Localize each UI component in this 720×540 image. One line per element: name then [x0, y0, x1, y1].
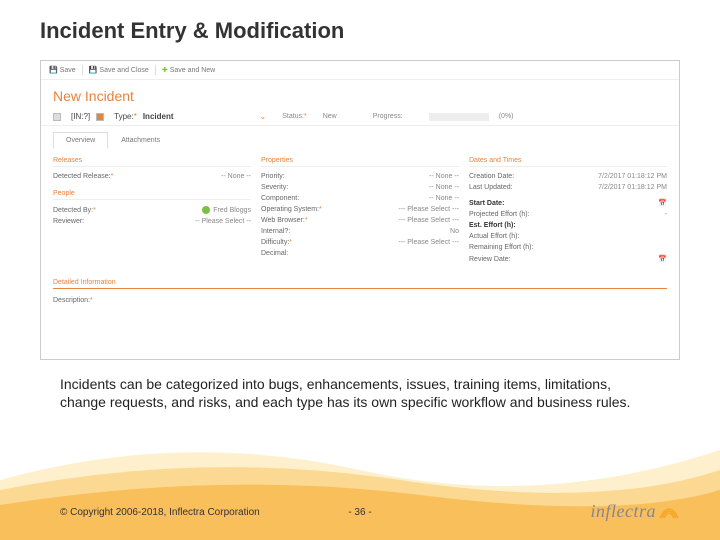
type-value[interactable]: Incident	[143, 112, 174, 121]
toolbar-divider	[82, 65, 83, 75]
os-value[interactable]: --- Please Select ---	[398, 206, 459, 213]
start-date-label: Start Date:	[469, 200, 504, 207]
section-releases: Releases	[53, 157, 251, 167]
decimal-label: Decimal:	[261, 250, 288, 257]
detected-by-value[interactable]: Fred Bloggs	[202, 206, 251, 214]
decorative-wave	[0, 420, 720, 540]
section-dates: Dates and Times	[469, 157, 667, 167]
detected-by-label: Detected By:*	[53, 207, 96, 214]
os-label: Operating System:*	[261, 206, 322, 213]
slide-footer: © Copyright 2006-2018, Inflectra Corpora…	[60, 507, 660, 518]
actual-effort-label: Actual Effort (h):	[469, 233, 519, 240]
progress-bar	[429, 113, 489, 121]
component-label: Component:	[261, 195, 299, 202]
progress-label: Progress:	[373, 113, 403, 120]
tab-attachments[interactable]: Attachments	[108, 132, 173, 149]
status-value: New	[323, 113, 337, 120]
avatar-icon	[202, 206, 210, 214]
incident-type-icon	[53, 113, 61, 121]
proj-effort-label: Projected Effort (h):	[469, 211, 530, 218]
sun-icon	[658, 500, 680, 522]
reviewer-label: Reviewer:	[53, 218, 84, 225]
difficulty-label: Difficulty:*	[261, 239, 292, 246]
severity-label: Severity:	[261, 184, 288, 191]
col-releases: Releases Detected Release:* -- None -- Pe…	[53, 157, 251, 265]
section-people: People	[53, 190, 251, 200]
browser-value[interactable]: --- Please Select ---	[398, 217, 459, 224]
toolbar-divider	[155, 65, 156, 75]
remaining-effort-label: Remaining Effort (h):	[469, 244, 533, 251]
toolbar: 💾Save 💾Save and Close ✚Save and New	[41, 61, 679, 80]
save-close-button[interactable]: 💾Save and Close	[89, 66, 149, 74]
last-updated-value: 7/2/2017 01:18:12 PM	[598, 184, 667, 191]
save-icon: 💾	[89, 66, 98, 74]
chevron-down-icon[interactable]: ⌄	[260, 112, 267, 121]
page-heading: New Incident	[41, 80, 679, 108]
review-date-label: Review Date:	[469, 256, 511, 263]
internal-label: Internal?:	[261, 228, 290, 235]
calendar-icon[interactable]: 📅	[658, 255, 667, 263]
priority-label: Priority:	[261, 173, 285, 180]
section-properties: Properties	[261, 157, 459, 167]
save-new-button[interactable]: ✚Save and New	[162, 66, 215, 74]
creation-date-label: Creation Date:	[469, 173, 514, 180]
tab-overview[interactable]: Overview	[53, 132, 108, 149]
status-label: Status:*	[282, 113, 307, 120]
col-properties: Properties Priority: -- None -- Severity:…	[261, 157, 459, 265]
copyright: © Copyright 2006-2018, Inflectra Corpora…	[60, 507, 260, 518]
type-row: [IN:?] Type:* Incident ⌄ Status:* New Pr…	[41, 108, 679, 126]
tabs: Overview Attachments	[41, 126, 679, 149]
detected-release-value[interactable]: -- None --	[221, 173, 251, 180]
slide-title: Incident Entry & Modification	[40, 18, 344, 44]
last-updated-label: Last Updated:	[469, 184, 513, 191]
plus-icon: ✚	[162, 66, 168, 74]
save-icon: 💾	[49, 66, 58, 74]
component-value[interactable]: -- None --	[429, 195, 459, 202]
detailed-info: Detailed Information Description:*	[41, 273, 679, 324]
calendar-icon[interactable]: 📅	[658, 199, 667, 207]
section-detailed: Detailed Information	[53, 279, 667, 289]
progress-percent: (0%)	[499, 113, 514, 120]
app-screenshot: 💾Save 💾Save and Close ✚Save and New New …	[40, 60, 680, 360]
type-label: Type:*	[114, 112, 137, 121]
page-number: - 36 -	[348, 507, 371, 518]
description-label: Description:*	[53, 297, 93, 304]
internal-value[interactable]: No	[450, 228, 459, 235]
severity-value[interactable]: -- None --	[429, 184, 459, 191]
detected-release-label: Detected Release:*	[53, 173, 113, 180]
browser-label: Web Browser:*	[261, 217, 308, 224]
inflectra-logo: inflectra	[591, 500, 681, 522]
creation-date-value: 7/2/2017 01:18:12 PM	[598, 173, 667, 180]
slide-caption: Incidents can be categorized into bugs, …	[60, 375, 660, 411]
save-button[interactable]: 💾Save	[49, 66, 76, 74]
description-input[interactable]	[53, 306, 667, 318]
est-effort-label: Est. Effort (h):	[469, 222, 516, 229]
difficulty-value[interactable]: --- Please Select ---	[398, 239, 459, 246]
reviewer-value[interactable]: -- Please Select --	[195, 218, 251, 225]
proj-effort-value: -	[665, 211, 667, 218]
flag-icon	[96, 113, 104, 121]
priority-value[interactable]: -- None --	[429, 173, 459, 180]
col-dates: Dates and Times Creation Date: 7/2/2017 0…	[469, 157, 667, 265]
id-prefix: [IN:?]	[71, 112, 90, 121]
